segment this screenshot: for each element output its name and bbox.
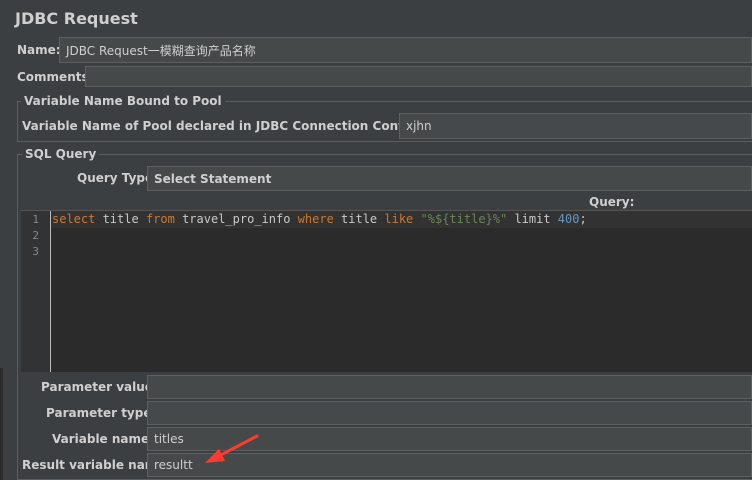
pool-name-input[interactable]: xjhn	[399, 113, 752, 139]
line-number-gutter: 1 2 3	[21, 211, 51, 372]
sql-text: limit	[507, 212, 558, 226]
name-label: Name:	[17, 43, 61, 57]
comments-input[interactable]	[85, 66, 752, 87]
param-types-input[interactable]	[147, 401, 752, 425]
sql-text: ;	[579, 212, 587, 226]
query-type-label: Query Type:	[77, 171, 158, 185]
param-values-input[interactable]	[147, 375, 752, 399]
variable-names-label: Variable names:	[52, 432, 162, 446]
sql-text: travel_pro_info	[174, 212, 298, 226]
param-types-label: Parameter types:	[46, 406, 164, 420]
sql-string: "%${title}%"	[420, 212, 508, 226]
sql-query-editor[interactable]: 1 2 3 select title from travel_pro_info …	[21, 210, 752, 372]
sql-keyword: where	[297, 212, 334, 226]
sql-code-line: select title from travel_pro_info where …	[52, 212, 587, 226]
comments-label: Comments:	[17, 70, 94, 84]
page-title: JDBC Request	[15, 9, 138, 28]
sql-group-title: SQL Query	[22, 147, 100, 161]
sql-text: title	[333, 212, 385, 226]
query-label: Query:	[589, 195, 635, 209]
annotation-arrow-icon	[205, 434, 259, 463]
query-type-select[interactable]: Select Statement	[147, 166, 752, 191]
line-number: 2	[32, 229, 39, 242]
splitter-strip[interactable]	[0, 368, 3, 480]
sql-number: 400	[557, 212, 580, 226]
name-input[interactable]: JDBC Request一模糊查询产品名称	[59, 37, 752, 63]
line-number: 1	[32, 213, 39, 226]
line-number: 3	[32, 245, 39, 258]
sql-keyword: select	[52, 212, 96, 226]
pool-group-title: Variable Name Bound to Pool	[21, 94, 225, 108]
sql-keyword: like	[384, 212, 414, 226]
sql-keyword: from	[145, 212, 175, 226]
sql-text: title	[95, 212, 146, 226]
